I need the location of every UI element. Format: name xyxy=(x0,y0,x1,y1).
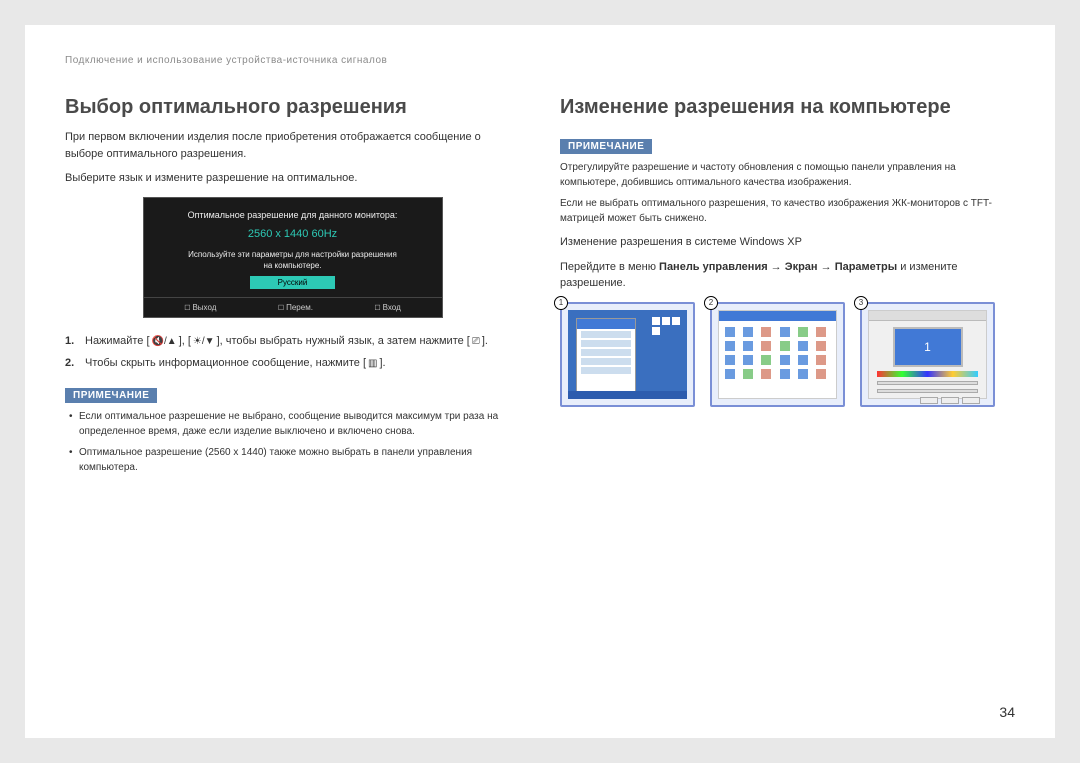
breadcrumb: Подключение и использование устройства-и… xyxy=(65,55,1015,66)
step-1: Нажимайте [🔇/▲], [☀/▼], чтобы выбрать ну… xyxy=(65,333,520,350)
thumb-number-2: 2 xyxy=(704,296,718,310)
left-p1: При первом включении изделия после приоб… xyxy=(65,129,520,162)
note-list-left: Если оптимальное разрешение не выбрано, … xyxy=(65,409,520,475)
screenshot-thumbnails: 1 2 3 xyxy=(560,302,1015,407)
manual-page: Подключение и использование устройства-и… xyxy=(25,25,1055,738)
right-heading: Изменение разрешения на компьютере xyxy=(560,96,1015,119)
osd-resolution: 2560 x 1440 60Hz xyxy=(144,228,442,240)
note-badge-left: ПРИМЕЧАНИЕ xyxy=(65,388,157,403)
note-item-1: Если оптимальное разрешение не выбрано, … xyxy=(79,409,520,439)
two-column-layout: Выбор оптимального разрешения При первом… xyxy=(65,96,1015,481)
right-p2: Если не выбрать оптимального разрешения,… xyxy=(560,196,1015,226)
right-p1: Отрегулируйте разрешение и частоту обнов… xyxy=(560,160,1015,190)
step-2: Чтобы скрыть информационное сообщение, н… xyxy=(65,355,520,372)
osd-language-button: Русский xyxy=(250,276,336,289)
left-p2: Выберите язык и измените разрешение на о… xyxy=(65,170,520,187)
thumb-number-1: 1 xyxy=(554,296,568,310)
osd-move: Перем. xyxy=(278,303,313,312)
right-p3: Изменение разрешения в системе Windows X… xyxy=(560,234,1015,251)
note-badge-right: ПРИМЕЧАНИЕ xyxy=(560,139,652,154)
bright-down-icon: ☀/▼ xyxy=(191,334,217,349)
thumb-number-3: 3 xyxy=(854,296,868,310)
osd-line1: Оптимальное разрешение для данного монит… xyxy=(144,210,442,220)
thumbnail-2: 2 xyxy=(710,302,845,407)
mute-up-icon: 🔇/▲ xyxy=(150,334,179,349)
thumbnail-1: 1 xyxy=(560,302,695,407)
left-heading: Выбор оптимального разрешения xyxy=(65,96,520,119)
steps-list: Нажимайте [🔇/▲], [☀/▼], чтобы выбрать ну… xyxy=(65,333,520,372)
osd-exit: Выход xyxy=(184,303,216,312)
note-item-2: Оптимальное разрешение (2560 x 1440) так… xyxy=(79,445,520,475)
menu-icon: ▥ xyxy=(366,356,379,371)
osd-line3: на компьютере. xyxy=(144,261,442,270)
right-p4: Перейдите в меню Панель управления → Экр… xyxy=(560,259,1015,292)
osd-line2: Используйте эти параметры для настройки … xyxy=(144,250,442,259)
monitor-icon: 1 xyxy=(893,327,963,367)
source-icon: ⎚ xyxy=(470,334,482,349)
osd-enter: Вход xyxy=(374,303,400,312)
page-number: 34 xyxy=(999,704,1015,720)
left-column: Выбор оптимального разрешения При первом… xyxy=(65,96,520,481)
thumbnail-3: 3 1 xyxy=(860,302,995,407)
osd-preview: Оптимальное разрешение для данного монит… xyxy=(143,197,443,318)
osd-footer: Выход Перем. Вход xyxy=(144,297,442,317)
right-column: Изменение разрешения на компьютере ПРИМЕ… xyxy=(560,96,1015,481)
